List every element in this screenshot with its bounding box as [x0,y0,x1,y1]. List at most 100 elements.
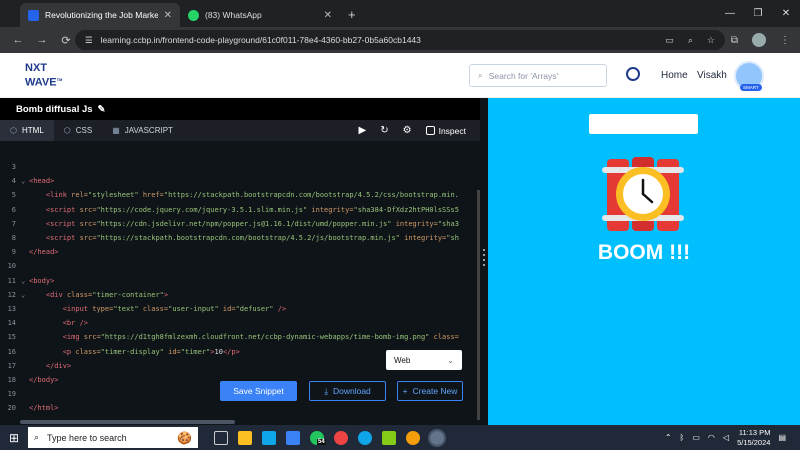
code-line[interactable]: 14 <br /> [0,316,478,330]
site-info-icon[interactable]: ☰ [85,35,93,46]
windows-start-icon[interactable]: ⊞ [0,431,28,445]
code-line[interactable]: 11 ⌄ <body> [0,274,478,288]
logo-tm: TM [56,77,63,82]
editor-tabs: ⬡ HTML ⬡ CSS ▦ JAVASCRIPT ▶ ↻ ⚙ Inspect [0,120,480,141]
code-line[interactable]: 5 <link rel="stylesheet" href="https://s… [0,188,478,202]
install-icon[interactable]: ▭ [665,35,674,46]
browser-tab-whatsapp[interactable]: (83) WhatsApp ✕ [180,3,340,27]
environment-select[interactable]: Web ⌄ [386,350,462,370]
search-icon: ⌕ [34,432,40,442]
pane-resize-handle[interactable] [480,98,488,425]
line-number: 7 [11,219,16,228]
file-explorer-icon[interactable] [238,430,252,445]
inspect-checkbox[interactable] [425,126,435,135]
taskbar-search-input[interactable]: ⌕ Type here to search 🍪 [28,427,198,448]
cookies-icon: 🍪 [177,430,192,445]
paint-icon[interactable] [382,430,396,445]
code-line[interactable]: 20 </html> [0,401,478,415]
line-number: 9 [11,248,16,257]
tab-label: HTML [21,126,44,135]
code-line[interactable]: 3 [0,160,478,174]
line-number: 12 [7,290,16,299]
tray-chevron-icon[interactable]: ⌃ [665,433,672,442]
edit-pencil-icon[interactable]: ✎ [98,104,106,115]
edge-icon[interactable] [358,430,372,445]
site-header: NXT WAVETM ⌕ Search for 'Arrays' Home Vi… [0,53,800,98]
menu-dots-icon[interactable]: ⋮ [780,35,790,46]
fold-icon[interactable]: ⌄ [21,291,29,299]
store-icon[interactable] [262,430,276,445]
tab-css[interactable]: ⬡ CSS [54,120,102,141]
search-input[interactable]: ⌕ Search for 'Arrays' [469,64,607,87]
chrome-active-icon[interactable] [428,428,446,447]
boom-text: BOOM !!! [597,241,691,264]
minimize-icon[interactable]: — [716,0,744,26]
mail-icon[interactable] [286,430,300,445]
task-view-icon[interactable] [214,430,228,445]
whatsapp-badge: 54 [317,438,326,445]
line-number: 3 [11,163,16,172]
code-line[interactable]: 4 ⌄ <head> [0,174,478,188]
code-line[interactable]: 10 [0,259,478,273]
tab-html[interactable]: ⬡ HTML [0,120,54,141]
forward-icon[interactable]: → [30,34,54,46]
create-new-button[interactable]: + Create New [397,381,463,401]
code-line[interactable]: 13 <input type="text" class="user-input"… [0,302,478,316]
fold-icon[interactable]: ⌄ [21,277,29,285]
code-line[interactable]: 8 <script src="https://stackpath.bootstr… [0,231,478,245]
battery-icon[interactable]: ▭ [692,433,700,442]
close-tab-icon[interactable]: ✕ [164,10,172,21]
stopwatch-icon[interactable] [626,67,640,81]
profile-avatar[interactable] [752,33,766,47]
extensions-icon[interactable]: ⧉ [731,35,738,46]
line-number: 14 [7,319,16,328]
zoom-icon[interactable]: ⌕ [688,35,693,46]
code-line[interactable]: 9 </head> [0,245,478,259]
defuser-input[interactable] [589,114,698,134]
browser-extensions: ⧉ ⋮ [731,33,790,47]
code-area[interactable]: 3 4 ⌄ <head> 5 <link rel="stylesheet" href="… [0,160,478,418]
settings-gear-icon[interactable]: ⚙ [403,125,412,136]
clock[interactable]: 11:13 PM 5/15/2024 [737,428,770,448]
volume-icon[interactable]: ◁ [723,433,729,442]
taskbar-search-placeholder: Type here to search [47,432,127,443]
search-icon: ⌕ [478,70,483,80]
smart-badge: SMART [740,84,762,91]
chrome-icon[interactable] [406,430,420,445]
code-text: <link rel="stylesheet" href="https://sta… [45,191,459,200]
tab-label: CSS [75,126,93,135]
whatsapp-icon[interactable]: 54 [310,430,326,445]
fold-icon[interactable]: ⌄ [21,177,29,185]
code-line[interactable]: 6 <script src="https://code.jquery.com/j… [0,203,478,217]
close-tab-icon[interactable]: ✕ [324,10,332,21]
new-tab-button[interactable]: + [340,3,364,27]
download-button[interactable]: ⤓ Download [309,381,386,401]
bookmark-star-icon[interactable]: ☆ [707,35,715,46]
line-number: 20 [7,404,16,413]
time-bomb-image [602,157,684,231]
browser-tab-active[interactable]: Revolutionizing the Job Market ✕ [20,3,180,27]
code-line[interactable]: 12 ⌄ <div class="timer-container"> [0,288,478,302]
close-window-icon[interactable]: ✕ [772,0,800,26]
inspect-toggle[interactable]: Inspect [425,126,466,136]
horizontal-scrollbar[interactable] [20,420,235,424]
plus-icon: + [402,386,408,396]
save-snippet-button[interactable]: Save Snippet [220,381,297,401]
tab-javascript[interactable]: ▦ JAVASCRIPT [102,120,183,141]
notifications-icon[interactable]: ▤ [778,433,786,442]
url-input[interactable]: ☰ learning.ccbp.in/frontend-code-playgro… [75,30,725,50]
reset-icon[interactable]: ↻ [380,125,388,136]
code-line[interactable]: 15 <img src="https://d1tgh8fmlzexmh.clou… [0,330,478,344]
nav-home-link[interactable]: Home [661,70,688,81]
wifi-icon[interactable]: ◠ [708,433,715,442]
code-line[interactable]: 7 <script src="https://cdn.jsdelivr.net/… [0,217,478,231]
restore-icon[interactable]: ❐ [744,0,772,26]
run-play-icon[interactable]: ▶ [359,125,367,136]
bluetooth-icon[interactable]: ᛒ [680,433,685,442]
site-favicon-icon [28,9,39,21]
chrome-profile-icon[interactable] [334,430,348,445]
nxtwave-logo[interactable]: NXT WAVETM [25,63,62,89]
code-text: <script src="https://code.jquery.com/jqu… [45,205,459,214]
back-icon[interactable]: ← [6,34,30,46]
nav-user-name[interactable]: Visakh [697,70,727,81]
